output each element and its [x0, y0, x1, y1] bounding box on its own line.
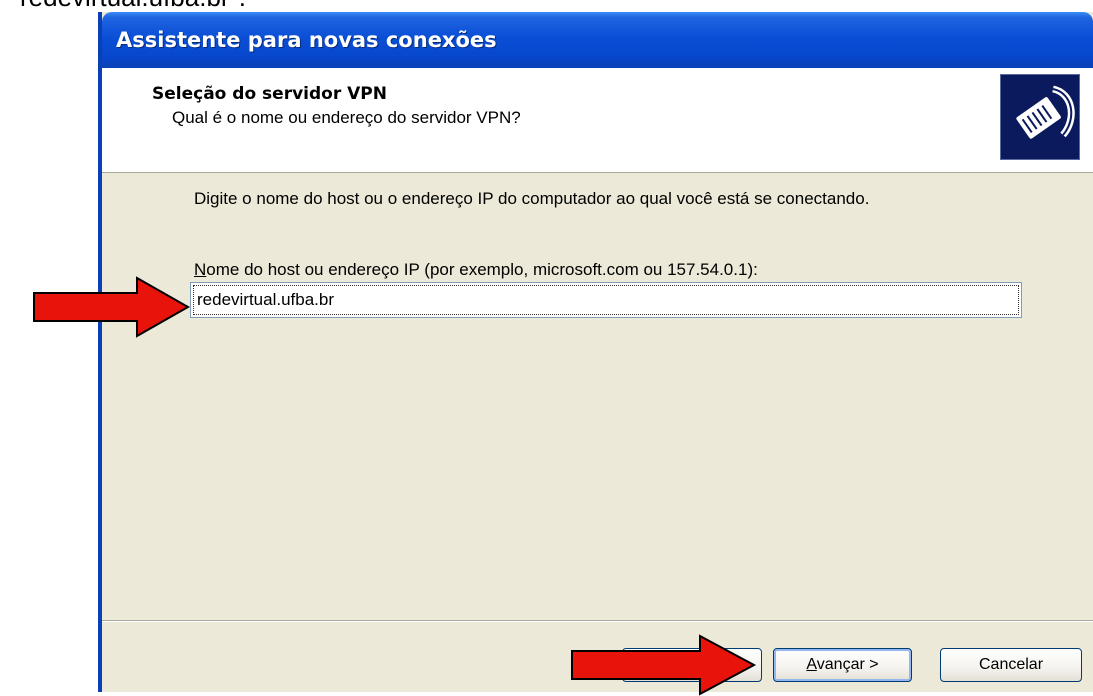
- wizard-window: Assistente para novas conexões Seleção d…: [98, 12, 1093, 692]
- window-title: Assistente para novas conexões: [116, 28, 497, 52]
- host-label-text: ome do host ou endereço IP (por exemplo,…: [206, 260, 758, 279]
- network-cable-icon: [1000, 74, 1080, 160]
- host-field-label: Nome do host ou endereço IP (por exemplo…: [194, 260, 758, 280]
- instruction-text: Digite o nome do host ou o endereço IP d…: [194, 189, 870, 208]
- next-label: vançar >: [816, 656, 879, 673]
- host-label-mnemonic: N: [194, 260, 207, 279]
- red-arrow-right-icon: [33, 276, 191, 338]
- cancel-button[interactable]: Cancelar: [940, 648, 1082, 682]
- red-arrow-right-icon: [571, 634, 757, 696]
- next-button[interactable]: Avançar >: [773, 648, 912, 682]
- wizard-header: Seleção do servidor VPN Qual é o nome ou…: [102, 68, 1093, 173]
- page-title: Seleção do servidor VPN: [152, 84, 387, 104]
- title-bar[interactable]: Assistente para novas conexões: [102, 12, 1093, 68]
- host-input[interactable]: [190, 282, 1022, 318]
- footer-separator: [102, 620, 1093, 622]
- page-subtitle: Qual é o nome ou endereço do servidor VP…: [172, 108, 521, 127]
- next-mnemonic: A: [806, 656, 817, 673]
